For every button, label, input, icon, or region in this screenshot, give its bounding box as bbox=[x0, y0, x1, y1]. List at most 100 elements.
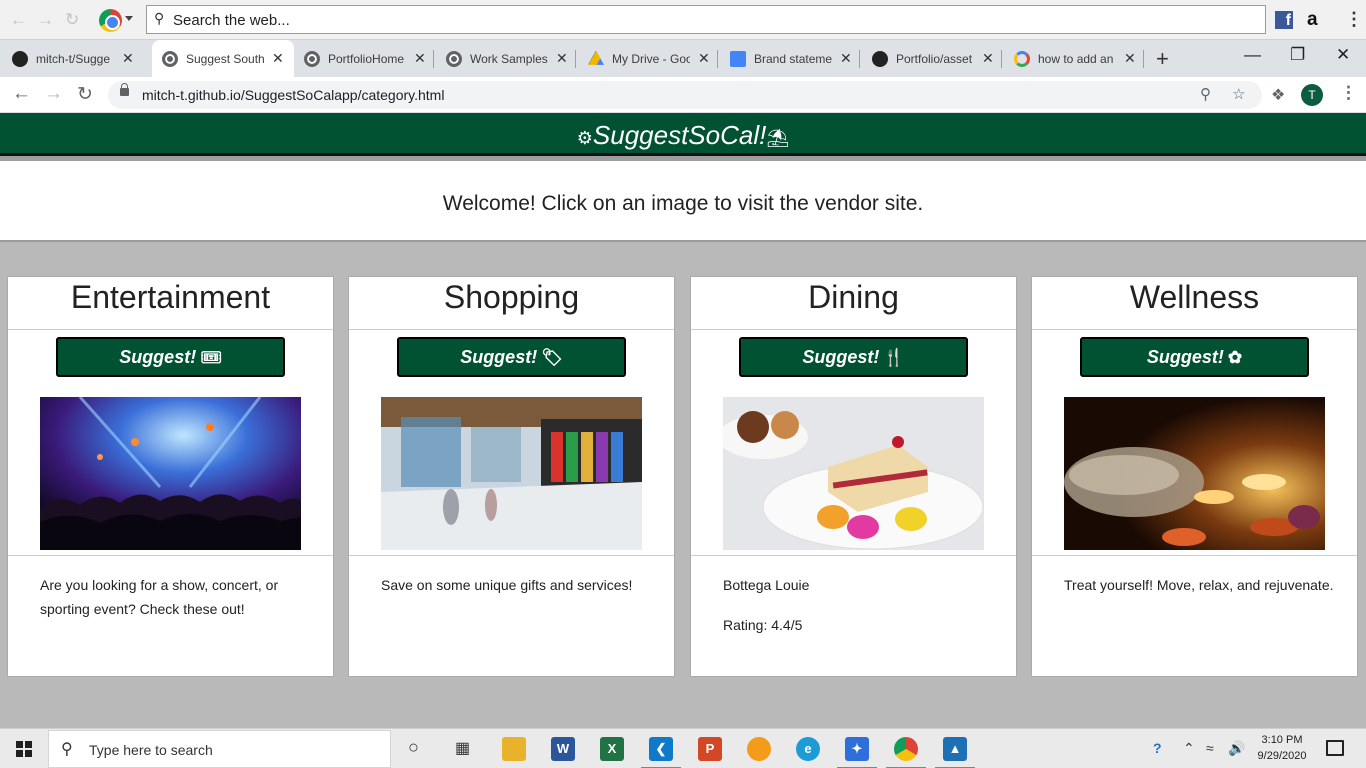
close-icon[interactable]: ✕ bbox=[556, 50, 568, 67]
forward-arrow-icon[interactable]: → bbox=[37, 10, 54, 30]
edge-icon[interactable]: e bbox=[796, 737, 820, 761]
task-view-icon[interactable]: ▦ bbox=[455, 738, 470, 758]
button-label: Suggest! bbox=[119, 347, 197, 367]
google-icon bbox=[1014, 50, 1030, 67]
windows-start-icon[interactable] bbox=[16, 741, 32, 757]
tab-title: My Drive - Goo bbox=[612, 51, 690, 66]
card-description: Are you looking for a show, concert, or … bbox=[40, 577, 279, 617]
suggest-button[interactable]: Suggest! 🏷 bbox=[397, 337, 626, 377]
spa-image[interactable] bbox=[1064, 397, 1325, 550]
extensions-puzzle-icon[interactable]: ❖ bbox=[1271, 85, 1285, 105]
tab-my-drive[interactable]: My Drive - Goo ✕ bbox=[588, 40, 718, 77]
restore-icon[interactable]: ❐ bbox=[1290, 45, 1305, 65]
taskbar-search-placeholder: Type here to search bbox=[89, 742, 213, 758]
button-label: Suggest! bbox=[1146, 347, 1224, 367]
suggest-button[interactable]: Suggest! 🍴 bbox=[739, 337, 968, 377]
profile-avatar[interactable]: T bbox=[1301, 84, 1323, 106]
photos-icon[interactable]: ▲ bbox=[935, 737, 975, 768]
chrome-logo-icon[interactable] bbox=[99, 9, 122, 32]
volume-icon[interactable]: 🔊 bbox=[1228, 740, 1245, 757]
close-icon[interactable]: ✕ bbox=[982, 50, 994, 67]
dessert-image[interactable] bbox=[723, 397, 984, 550]
system-clock[interactable]: 3:10 PM 9/29/2020 bbox=[1252, 732, 1312, 764]
tab-title: Portfolio/asset bbox=[896, 51, 973, 66]
url-text[interactable]: mitch-t.github.io/SuggestSoCalapp/catego… bbox=[142, 87, 444, 103]
zoom-icon[interactable]: ⚲ bbox=[1200, 85, 1211, 103]
tab-brand-statement[interactable]: Brand stateme ✕ bbox=[730, 40, 860, 77]
reload-icon[interactable]: ↻ bbox=[77, 83, 93, 106]
tab-suggest-south[interactable]: Suggest South ✕ bbox=[152, 40, 294, 77]
web-search-placeholder: Search the web... bbox=[173, 12, 290, 29]
minimize-icon[interactable]: — bbox=[1244, 45, 1261, 65]
site-brand[interactable]: ⚙SuggestSoCal!⛱ bbox=[577, 120, 789, 150]
card-body: Save on some unique gifts and services! bbox=[381, 573, 651, 597]
bookmark-star-icon[interactable]: ☆ bbox=[1232, 85, 1245, 103]
tab-work-samples[interactable]: Work Samples ✕ bbox=[446, 40, 576, 77]
chrome-menu-icon[interactable]: ⋮ bbox=[1340, 83, 1357, 103]
back-arrow-icon[interactable]: ← bbox=[12, 83, 31, 105]
globe-icon bbox=[162, 50, 178, 67]
close-icon[interactable]: ✕ bbox=[1124, 50, 1136, 67]
notifications-icon[interactable] bbox=[1326, 740, 1344, 756]
beach-umbrella-icon: ⛱ bbox=[766, 128, 790, 148]
web-search-input[interactable]: ⚲ Search the web... bbox=[146, 5, 1266, 34]
tab-title: Brand stateme bbox=[754, 51, 832, 66]
card-divider bbox=[1032, 555, 1357, 556]
tab-github-suggest[interactable]: mitch-t/Sugge ✕ bbox=[12, 40, 152, 77]
suggest-button[interactable]: Suggest! ✿ bbox=[1080, 337, 1309, 377]
help-icon[interactable]: ? bbox=[1153, 740, 1162, 756]
card-title: Shopping bbox=[349, 277, 674, 330]
tab-title: Suggest South bbox=[186, 51, 264, 66]
google-docs-icon bbox=[730, 50, 746, 67]
card-wellness: Wellness Suggest! ✿ Treat yourself! Move,… bbox=[1031, 276, 1358, 677]
window-close-icon[interactable]: ✕ bbox=[1336, 45, 1350, 65]
taskbar-search-input[interactable]: ⚲ Type here to search bbox=[48, 730, 391, 768]
card-title: Entertainment bbox=[8, 277, 333, 330]
github-icon bbox=[12, 50, 28, 67]
concert-image[interactable] bbox=[40, 397, 301, 550]
close-icon[interactable]: ✕ bbox=[840, 50, 852, 67]
reload-icon[interactable]: ↻ bbox=[65, 10, 79, 30]
vendor-name: Bottega Louie bbox=[723, 577, 810, 593]
suggest-button[interactable]: Suggest! 🎟 bbox=[56, 337, 285, 377]
card-entertainment: Entertainment Suggest! 🎟 Are you looking … bbox=[7, 276, 334, 677]
card-dining: Dining Suggest! 🍴 Bottega Louie Rating: 4… bbox=[690, 276, 1017, 677]
kebab-menu-icon[interactable]: ⋮ bbox=[1345, 9, 1363, 30]
chevron-down-icon[interactable] bbox=[125, 16, 133, 21]
tab-how-to-add[interactable]: how to add an ✕ bbox=[1014, 40, 1144, 77]
card-body: Treat yourself! Move, relax, and rejuven… bbox=[1064, 573, 1334, 597]
utensils-icon: 🍴 bbox=[883, 348, 905, 367]
tab-portfolio-assets[interactable]: Portfolio/asset ✕ bbox=[872, 40, 1002, 77]
file-explorer-icon[interactable] bbox=[502, 737, 526, 761]
card-description: Treat yourself! Move, relax, and rejuven… bbox=[1064, 577, 1334, 593]
word-icon[interactable]: W bbox=[551, 737, 575, 761]
close-icon[interactable]: ✕ bbox=[272, 50, 284, 67]
powerpoint-icon[interactable]: P bbox=[698, 737, 722, 761]
new-tab-plus-icon[interactable]: + bbox=[1156, 46, 1169, 72]
norton-icon[interactable] bbox=[747, 737, 771, 761]
omnibox[interactable]: mitch-t.github.io/SuggestSoCalapp/catego… bbox=[108, 81, 1262, 109]
wifi-icon[interactable]: ≈ bbox=[1206, 740, 1214, 756]
back-arrow-icon[interactable]: ← bbox=[10, 10, 27, 30]
close-icon[interactable]: ✕ bbox=[698, 50, 710, 67]
close-icon[interactable]: ✕ bbox=[414, 50, 426, 67]
slack-icon[interactable]: ✦ bbox=[837, 737, 877, 768]
cortana-icon[interactable]: ○ bbox=[408, 737, 419, 758]
facebook-icon[interactable]: f bbox=[1275, 11, 1293, 29]
amazon-icon[interactable]: a bbox=[1307, 9, 1318, 31]
shopping-mall-image[interactable] bbox=[381, 397, 642, 550]
vscode-icon[interactable]: ❮ bbox=[641, 737, 681, 768]
chrome-taskbar-icon[interactable] bbox=[886, 737, 926, 768]
forward-arrow-icon[interactable]: → bbox=[44, 83, 63, 105]
tab-title: Work Samples bbox=[470, 51, 548, 66]
card-divider bbox=[8, 555, 333, 556]
chevron-up-icon[interactable]: ⌃ bbox=[1183, 740, 1195, 757]
brand-text: SuggestSoCal! bbox=[592, 120, 767, 150]
card-description: Save on some unique gifts and services! bbox=[381, 577, 633, 593]
tab-portfolio-home[interactable]: PortfolioHome ✕ bbox=[304, 40, 434, 77]
excel-icon[interactable]: X bbox=[600, 737, 624, 761]
lock-icon[interactable] bbox=[120, 83, 129, 96]
tag-icon: 🏷 bbox=[541, 348, 563, 367]
card-shopping: Shopping Suggest! 🏷 Save on some unique g… bbox=[348, 276, 675, 677]
close-icon[interactable]: ✕ bbox=[122, 50, 134, 67]
